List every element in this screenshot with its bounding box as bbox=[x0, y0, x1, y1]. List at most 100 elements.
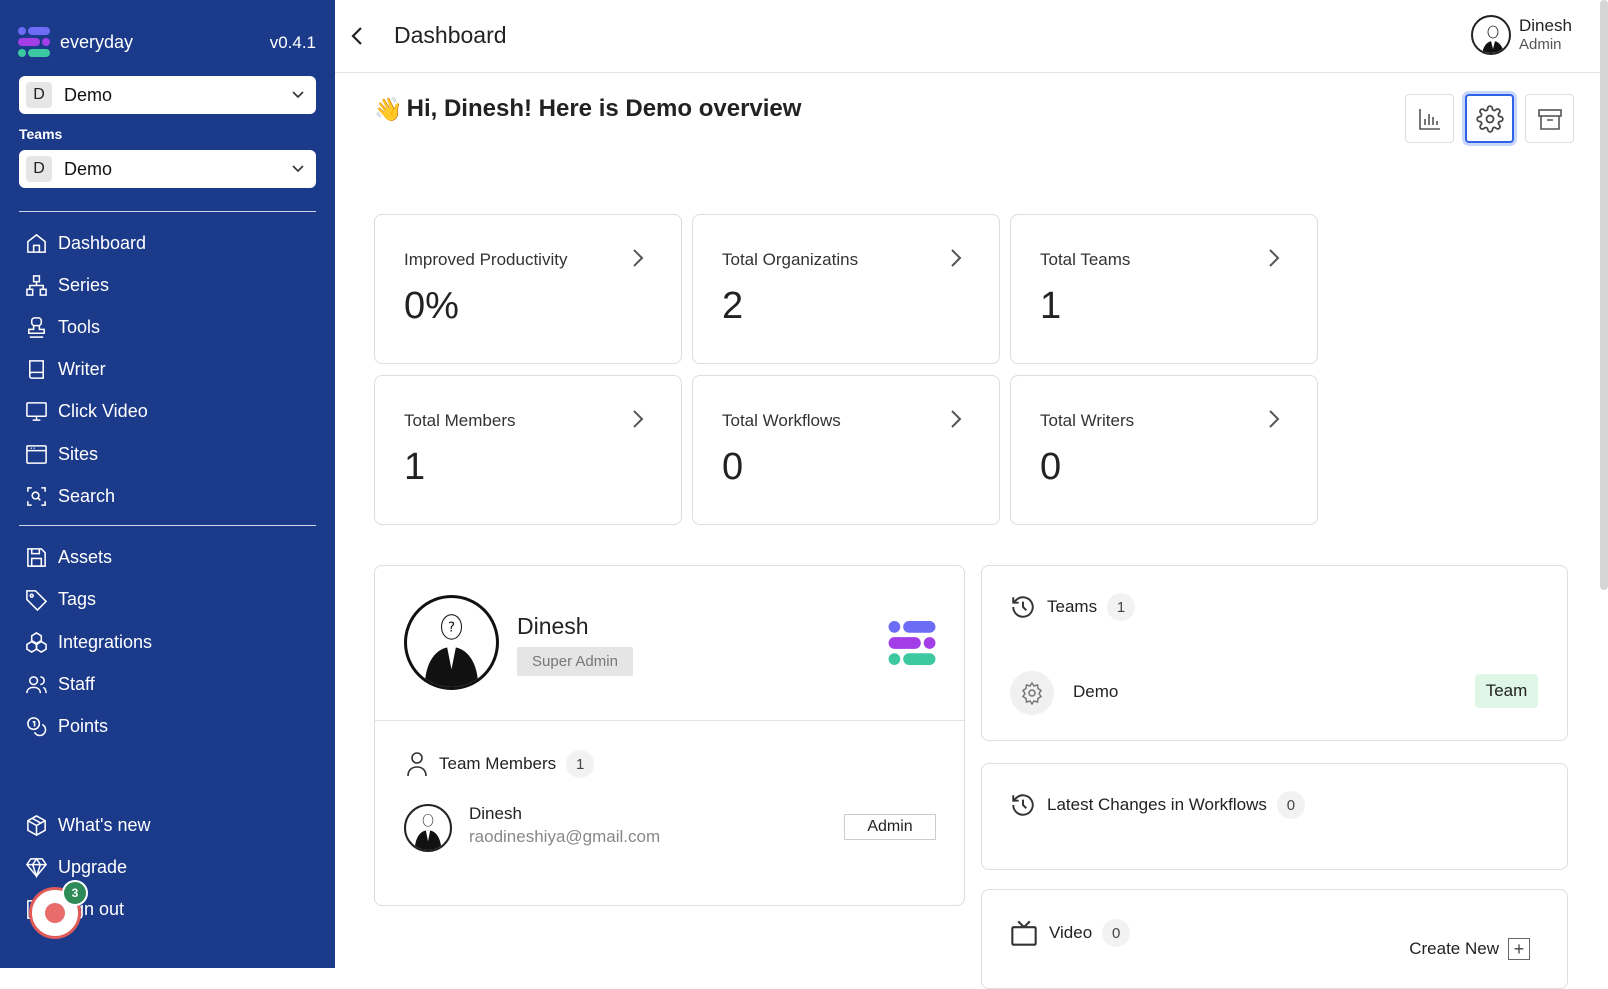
stat-card-total-workflows[interactable]: Total Workflows 0 bbox=[692, 375, 1000, 525]
sitemap-icon bbox=[26, 274, 47, 296]
archive-icon bbox=[1537, 108, 1562, 130]
sidebar-item-label: Search bbox=[58, 485, 116, 506]
sidebar-item-label: Series bbox=[58, 274, 110, 295]
sidebar-divider bbox=[19, 211, 316, 212]
team-members-count: 1 bbox=[566, 750, 595, 778]
anonymous-avatar-icon: ? bbox=[424, 614, 479, 687]
team-item-name[interactable]: Demo bbox=[1073, 682, 1118, 702]
chevron-right-icon bbox=[1269, 249, 1280, 267]
anonymous-avatar-icon bbox=[1482, 25, 1504, 53]
version-label: v0.4.1 bbox=[269, 33, 316, 52]
stat-value: 0 bbox=[722, 446, 744, 488]
page-title: Dashboard bbox=[394, 22, 507, 48]
boxes-icon bbox=[26, 631, 47, 653]
svg-text:?: ? bbox=[448, 620, 455, 635]
browser-icon bbox=[26, 444, 47, 464]
organization-select-value: Demo bbox=[64, 84, 113, 105]
chevron-down-icon bbox=[292, 91, 304, 99]
sidebar-item-writer[interactable]: Writer bbox=[25, 356, 106, 382]
avatar bbox=[1471, 15, 1511, 55]
save-icon bbox=[27, 547, 46, 567]
video-panel: Video 0 Create New + bbox=[981, 889, 1568, 989]
coins-icon bbox=[27, 716, 47, 736]
sidebar-item-assets[interactable]: Assets bbox=[25, 544, 112, 570]
team-select[interactable]: D Demo bbox=[19, 150, 316, 188]
profile-role-badge: Super Admin bbox=[517, 647, 633, 676]
stat-card-total-members[interactable]: Total Members 1 bbox=[374, 375, 682, 525]
create-new-label: Create New bbox=[1409, 939, 1499, 958]
chevron-right-icon bbox=[951, 249, 962, 267]
stamp-icon bbox=[28, 316, 45, 338]
record-count-badge: 3 bbox=[62, 880, 88, 906]
settings-button[interactable] bbox=[1465, 94, 1514, 143]
sidebar-item-tags[interactable]: Tags bbox=[25, 586, 96, 612]
sidebar-item-tools[interactable]: Tools bbox=[25, 314, 100, 340]
sidebar-item-label: Tags bbox=[58, 588, 97, 609]
sidebar-item-points[interactable]: Points bbox=[25, 713, 108, 739]
analytics-button[interactable] bbox=[1405, 94, 1454, 143]
users-icon bbox=[26, 675, 47, 693]
bar-chart-icon bbox=[1418, 108, 1440, 130]
stat-card-total-writers[interactable]: Total Writers 0 bbox=[1010, 375, 1318, 525]
sidebar-item-label: Points bbox=[58, 715, 109, 736]
sidebar-item-label: Integrations bbox=[58, 631, 153, 652]
chevron-right-icon bbox=[951, 410, 962, 428]
user-name: Dinesh bbox=[1519, 15, 1572, 35]
member-name: Dinesh bbox=[469, 804, 522, 823]
sidebar-item-whats-new[interactable]: What's new bbox=[25, 812, 150, 838]
organization-badge: D bbox=[26, 82, 52, 108]
workflows-panel: Latest Changes in Workflows 0 bbox=[981, 763, 1568, 870]
team-select-value: Demo bbox=[64, 158, 113, 179]
tag-icon bbox=[26, 589, 48, 611]
sidebar-item-search[interactable]: Search bbox=[25, 483, 115, 509]
scrollbar[interactable] bbox=[1600, 0, 1608, 590]
teams-header: Teams 1 bbox=[1010, 593, 1136, 621]
sidebar-item-upgrade[interactable]: Upgrade bbox=[25, 854, 127, 880]
logo-text: everyday bbox=[60, 31, 134, 52]
organization-select[interactable]: D Demo bbox=[19, 76, 316, 114]
archive-button[interactable] bbox=[1525, 94, 1574, 143]
team-badge: D bbox=[26, 156, 52, 182]
sidebar-item-series[interactable]: Series bbox=[25, 272, 109, 298]
sidebar-item-label: Dashboard bbox=[58, 232, 147, 253]
teams-count: 1 bbox=[1107, 593, 1136, 621]
workflows-header: Latest Changes in Workflows 0 bbox=[1010, 791, 1305, 819]
stat-value: 2 bbox=[722, 285, 744, 327]
sidebar-item-label: Assets bbox=[58, 546, 113, 567]
everyday-logo-icon bbox=[888, 621, 936, 665]
stat-value: 1 bbox=[404, 446, 426, 488]
member-role-badge: Admin bbox=[844, 814, 936, 840]
stat-value: 1 bbox=[1040, 285, 1062, 327]
logo[interactable]: everyday bbox=[18, 27, 133, 57]
sidebar-item-sites[interactable]: Sites bbox=[25, 441, 98, 467]
scan-search-icon bbox=[27, 486, 46, 506]
sidebar-item-click-video[interactable]: Click Video bbox=[25, 398, 148, 424]
user-menu[interactable]: Dinesh Admin bbox=[1471, 15, 1572, 55]
sidebar-item-label: Tools bbox=[58, 316, 101, 337]
gem-icon bbox=[25, 856, 48, 879]
sidebar-item-label: Click Video bbox=[58, 400, 148, 421]
chevron-right-icon bbox=[633, 410, 644, 428]
stat-card-total-organizations[interactable]: Total Organizatins 2 bbox=[692, 214, 1000, 364]
sidebar-divider bbox=[19, 525, 316, 526]
history-icon bbox=[1012, 596, 1034, 618]
record-button[interactable]: 3 bbox=[29, 880, 88, 939]
create-new-button[interactable]: Create New + bbox=[1409, 938, 1530, 960]
monitor-icon bbox=[26, 401, 47, 421]
stat-card-total-teams[interactable]: Total Teams 1 bbox=[1010, 214, 1318, 364]
stat-label: Total Teams bbox=[1040, 250, 1131, 269]
package-icon bbox=[27, 814, 46, 836]
team-type-badge: Team bbox=[1475, 674, 1538, 708]
stat-card-improved-productivity[interactable]: Improved Productivity 0% bbox=[374, 214, 682, 364]
member-email: raodineshiya@gmail.com bbox=[469, 827, 661, 846]
sidebar-item-label: Sites bbox=[58, 443, 99, 464]
back-arrow-icon[interactable] bbox=[347, 25, 369, 47]
sidebar-item-dashboard[interactable]: Dashboard bbox=[25, 230, 146, 256]
sidebar-item-staff[interactable]: Staff bbox=[25, 671, 95, 697]
user-role: Admin bbox=[1519, 36, 1562, 54]
teams-label: Teams bbox=[19, 126, 63, 142]
wave-emoji: 👋 bbox=[374, 95, 403, 122]
sidebar-item-integrations[interactable]: Integrations bbox=[25, 629, 152, 655]
profile-name: Dinesh bbox=[517, 613, 589, 639]
record-dot-icon bbox=[45, 903, 65, 923]
